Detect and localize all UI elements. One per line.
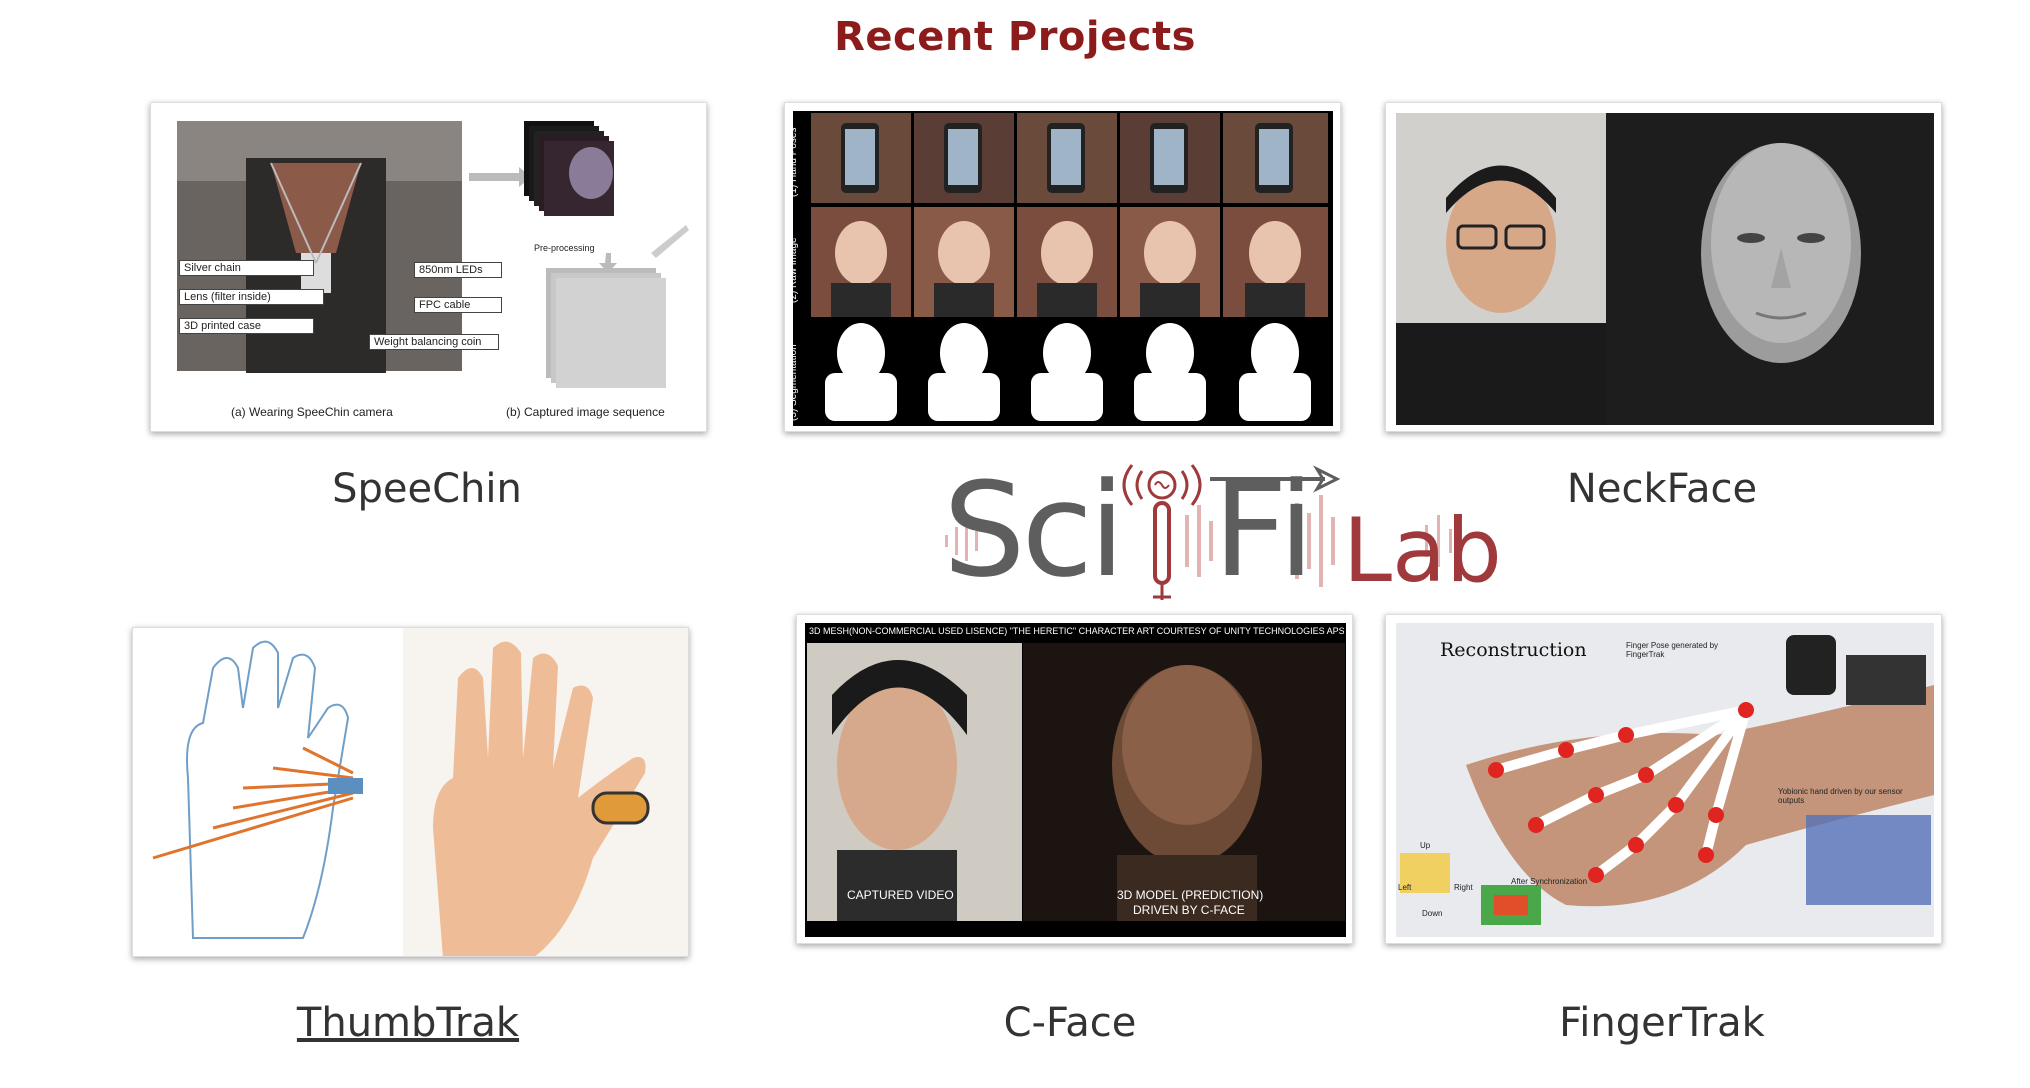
- fingertrak-image[interactable]: Reconstruction Finger Pose generated by …: [1385, 614, 1942, 944]
- caption-a: (a) Wearing SpeeChin camera: [231, 405, 393, 419]
- hand-poses-image[interactable]: (1) Hand Poses (2) Raw Image (3) Segment…: [784, 102, 1341, 432]
- hand-poses-figure: [793, 111, 1333, 426]
- row-label-hand-poses: (1) Hand Poses: [788, 127, 799, 197]
- project-label-fingertrak[interactable]: FingerTrak: [1382, 1000, 1942, 1046]
- row-label-segmentation: (3) Segmentation: [788, 344, 799, 421]
- caption-b: (b) Captured image sequence: [506, 405, 665, 419]
- callout-coin: Weight balancing coin: [369, 334, 499, 350]
- logo-text-lab: Lab: [1343, 499, 1502, 602]
- logo-text-fi: Fi: [1213, 454, 1315, 606]
- captured-video-caption: CAPTURED VIDEO: [847, 888, 954, 902]
- callout-leds: 850nm LEDs: [414, 262, 502, 278]
- pre-processing-label: Pre-processing: [534, 243, 595, 253]
- direction-right: Right: [1454, 883, 1473, 892]
- neckface-image[interactable]: [1385, 102, 1942, 432]
- sync-note: After Synchronization: [1511, 877, 1588, 886]
- thumbtrak-figure: [133, 628, 688, 956]
- model-caption-1: 3D MODEL (PREDICTION): [1117, 888, 1264, 902]
- model-caption-2: DRIVEN BY C-FACE: [1133, 903, 1245, 917]
- neckface-figure: [1396, 113, 1934, 425]
- logo-text-sci: Sci: [943, 454, 1125, 606]
- c-face-image[interactable]: 3D MESH(NON-COMMERCIAL USED LISENCE) "TH…: [796, 614, 1353, 944]
- c-face-banner: 3D MESH(NON-COMMERCIAL USED LISENCE) "TH…: [809, 626, 1344, 636]
- thumbtrak-image[interactable]: [132, 627, 689, 957]
- callout-printed-case: 3D printed case: [179, 318, 314, 334]
- row-label-raw-image: (2) Raw Image: [788, 237, 799, 303]
- page-title: Recent Projects: [834, 14, 1196, 60]
- direction-down: Down: [1422, 909, 1443, 918]
- reconstruction-title: Reconstruction: [1440, 639, 1587, 661]
- fingertrak-figure: [1396, 623, 1934, 937]
- callout-fpc-cable: FPC cable: [414, 297, 502, 313]
- finger-pose-note: Finger Pose generated by FingerTrak: [1626, 641, 1719, 659]
- project-link-thumbtrak[interactable]: ThumbTrak: [128, 1000, 688, 1046]
- scifi-lab-logo: Sci Fi Lab: [925, 455, 1510, 605]
- project-label-speechin[interactable]: SpeeChin: [147, 466, 707, 512]
- speechin-image[interactable]: Silver chain Lens (filter inside) 3D pri…: [150, 102, 707, 432]
- direction-left: Left: [1398, 883, 1412, 892]
- callout-lens: Lens (filter inside): [179, 289, 324, 305]
- project-label-c-face[interactable]: C-Face: [790, 1000, 1350, 1046]
- yobionic-note: Yobionic hand driven by our sensor outpu…: [1778, 787, 1903, 805]
- direction-up: Up: [1420, 841, 1431, 850]
- callout-silver-chain: Silver chain: [179, 260, 314, 276]
